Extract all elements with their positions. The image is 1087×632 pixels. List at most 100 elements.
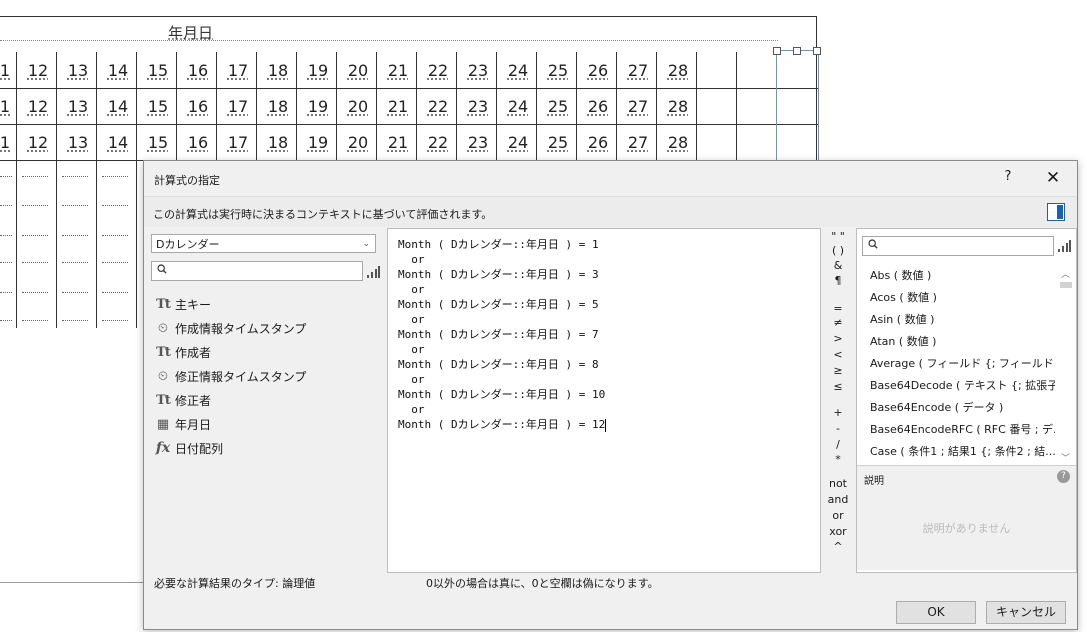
scroll-down-icon[interactable]: ﹀: [1061, 451, 1070, 464]
day-number-field[interactable]: 26: [580, 52, 616, 88]
help-button[interactable]: ?: [999, 168, 1017, 186]
operator-button[interactable]: ¶: [822, 274, 854, 287]
resize-handle[interactable]: [793, 47, 801, 55]
day-number-field[interactable]: 25: [540, 124, 576, 160]
day-number-field[interactable]: 27: [620, 88, 656, 124]
day-number-field[interactable]: 22: [420, 124, 456, 160]
day-number-field[interactable]: 23: [460, 52, 496, 88]
operator-button[interactable]: &: [822, 259, 854, 272]
day-number-field[interactable]: 14: [100, 124, 136, 160]
day-number-field[interactable]: 28: [660, 124, 696, 160]
ok-button[interactable]: OK: [896, 601, 976, 624]
day-number-field[interactable]: 14: [100, 88, 136, 124]
day-number-field[interactable]: 24: [500, 88, 536, 124]
function-list-item[interactable]: Average ( フィールド {; フィールド...} ): [870, 353, 1055, 375]
day-number-field[interactable]: 28: [660, 52, 696, 88]
day-number-field[interactable]: 13: [60, 88, 96, 124]
function-list-item[interactable]: Case ( 条件1 ; 結果1 {; 条件2 ; 結...: [870, 441, 1055, 463]
day-number-field[interactable]: 20: [340, 124, 376, 160]
day-number-field[interactable]: 25: [540, 52, 576, 88]
day-number-field[interactable]: 18: [260, 88, 296, 124]
day-number-field[interactable]: 26: [580, 124, 616, 160]
operator-button[interactable]: xor: [822, 525, 854, 538]
function-list-item[interactable]: Base64Encode ( データ ): [870, 397, 1055, 419]
context-table-select[interactable]: Dカレンダー ⌄: [151, 234, 376, 253]
day-number-field[interactable]: 18: [260, 52, 296, 88]
help-icon[interactable]: ?: [1057, 470, 1070, 483]
day-number-field[interactable]: 23: [460, 124, 496, 160]
field-list-item[interactable]: ⏲ 修正情報タイムスタンプ: [153, 364, 381, 388]
function-list-item[interactable]: Asin ( 数値 ): [870, 309, 1055, 331]
day-number-field[interactable]: 22: [420, 88, 456, 124]
day-number-field[interactable]: 15: [140, 88, 176, 124]
field-list-item[interactable]: fx 日付配列: [153, 436, 381, 460]
operator-button[interactable]: =: [822, 302, 854, 315]
operator-button[interactable]: ≠: [822, 316, 854, 329]
scroll-up-icon[interactable]: ︿: [1061, 267, 1070, 280]
day-number-field[interactable]: 24: [500, 124, 536, 160]
day-number-field[interactable]: 16: [180, 88, 216, 124]
day-number-field[interactable]: 13: [60, 124, 96, 160]
formula-editor[interactable]: Month ( Dカレンダー::年月日 ) = 1 or Month ( Dカレン…: [387, 228, 821, 573]
selected-object-frame[interactable]: [776, 50, 819, 172]
operator-button[interactable]: /: [822, 438, 854, 451]
field-list-item[interactable]: Tt 修正者: [153, 388, 381, 412]
day-number-field[interactable]: 18: [260, 124, 296, 160]
day-number-field[interactable]: 15: [140, 52, 176, 88]
day-number-field[interactable]: 14: [100, 52, 136, 88]
operator-button[interactable]: <: [822, 348, 854, 361]
operator-button[interactable]: -: [822, 422, 854, 435]
operator-button[interactable]: *: [822, 453, 854, 466]
day-number-field[interactable]: 20: [340, 88, 376, 124]
day-number-field[interactable]: 27: [620, 124, 656, 160]
field-search-input[interactable]: [151, 261, 363, 281]
day-number-field[interactable]: 17: [220, 52, 256, 88]
operator-button[interactable]: ^: [822, 540, 854, 553]
field-list-item[interactable]: Tt 作成者: [153, 340, 381, 364]
field-list-item[interactable]: ⏲ 作成情報タイムスタンプ: [153, 316, 381, 340]
day-number-field[interactable]: 28: [660, 88, 696, 124]
close-icon[interactable]: ✕: [1042, 168, 1064, 188]
day-number-field[interactable]: 19: [300, 124, 336, 160]
day-number-field[interactable]: 21: [380, 124, 416, 160]
day-number-field[interactable]: 17: [220, 124, 256, 160]
day-number-field[interactable]: 25: [540, 88, 576, 124]
resize-handle[interactable]: [773, 47, 781, 55]
function-search-input[interactable]: [862, 236, 1054, 256]
day-number-field[interactable]: 19: [300, 52, 336, 88]
cancel-button[interactable]: キャンセル: [986, 601, 1066, 624]
function-list-item[interactable]: Base64EncodeRFC ( RFC 番号 ; デ...: [870, 419, 1055, 441]
day-number-field[interactable]: 23: [460, 88, 496, 124]
operator-button[interactable]: ( ): [822, 244, 854, 257]
day-number-field[interactable]: 21: [380, 88, 416, 124]
day-number-field[interactable]: 21: [380, 52, 416, 88]
day-number-field[interactable]: 22: [420, 52, 456, 88]
day-number-field[interactable]: 13: [60, 52, 96, 88]
operator-button[interactable]: or: [822, 509, 854, 522]
resize-handle[interactable]: [813, 47, 821, 55]
operator-button[interactable]: " ": [822, 230, 854, 243]
sort-icon[interactable]: [1057, 239, 1071, 253]
day-number-field[interactable]: 17: [220, 88, 256, 124]
formula-text[interactable]: Month ( Dカレンダー::年月日 ) = 1 or Month ( Dカレン…: [398, 237, 607, 432]
operator-button[interactable]: >: [822, 332, 854, 345]
panel-toggle-icon[interactable]: [1047, 203, 1065, 221]
operator-button[interactable]: +: [822, 406, 854, 419]
function-list-item[interactable]: Acos ( 数値 ): [870, 287, 1055, 309]
field-list-item[interactable]: ▦ 年月日: [153, 412, 381, 436]
day-number-field[interactable]: 20: [340, 52, 376, 88]
day-number-field[interactable]: 15: [140, 124, 176, 160]
day-number-field[interactable]: 19: [300, 88, 336, 124]
field-list-item[interactable]: Tt 主キー: [153, 292, 381, 316]
operator-button[interactable]: ≤: [822, 380, 854, 393]
operator-button[interactable]: ≥: [822, 364, 854, 377]
function-list-item[interactable]: Base64Decode ( テキスト {; 拡張子...: [870, 375, 1055, 397]
day-number-field[interactable]: 27: [620, 52, 656, 88]
operator-button[interactable]: not: [822, 477, 854, 490]
day-number-field[interactable]: 26: [580, 88, 616, 124]
day-number-field[interactable]: 12: [20, 52, 56, 88]
sort-icon[interactable]: [366, 265, 380, 279]
operator-button[interactable]: and: [822, 493, 854, 506]
function-list-item[interactable]: Atan ( 数値 ): [870, 331, 1055, 353]
function-list-item[interactable]: Abs ( 数値 ): [870, 265, 1055, 287]
